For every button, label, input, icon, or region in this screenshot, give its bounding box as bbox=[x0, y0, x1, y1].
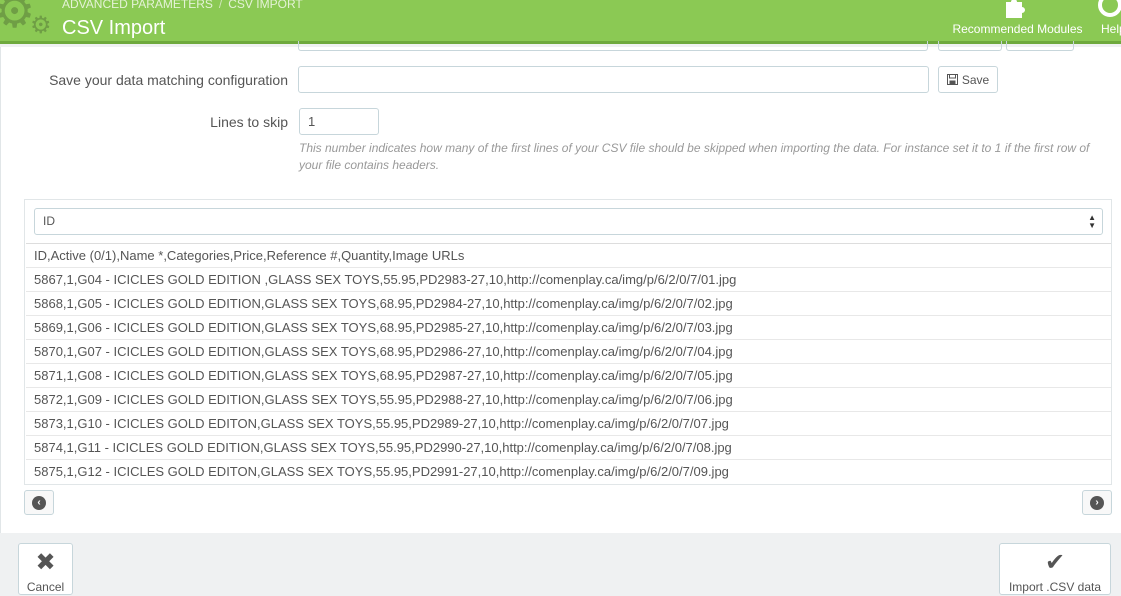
gear-icon-small: ⚙ bbox=[30, 12, 52, 39]
csv-preview-table: ID,Active (0/1),Name *,Categories,Price,… bbox=[26, 243, 1111, 484]
next-column-button[interactable]: › bbox=[1082, 490, 1112, 515]
field-type-selected-value: ID bbox=[43, 214, 55, 228]
lines-to-skip-hint: This number indicates how many of the fi… bbox=[299, 141, 1090, 172]
table-row: 5875,1,G12 - ICICLES GOLD EDITON,GLASS S… bbox=[34, 464, 729, 479]
import-panel: Save your data matching configuration Sa… bbox=[0, 41, 1121, 533]
check-icon: ✔ bbox=[1044, 549, 1066, 576]
table-row: 5869,1,G06 - ICICLES GOLD EDITION,GLASS … bbox=[26, 316, 1111, 340]
table-row: 5871,1,G08 - ICICLES GOLD EDITION,GLASS … bbox=[26, 364, 1111, 388]
cancel-button[interactable]: ✖ Cancel bbox=[18, 543, 73, 595]
select-caret-icon: ▲ ▼ bbox=[1088, 213, 1096, 230]
table-row: 5870,1,G07 - ICICLES GOLD EDITION,GLASS … bbox=[26, 340, 1111, 364]
import-csv-button[interactable]: ✔ Import .CSV data bbox=[999, 543, 1111, 595]
breadcrumb-item-csv-import: CSV IMPORT bbox=[228, 0, 303, 11]
matching-config-label: Save your data matching configuration bbox=[49, 72, 288, 88]
cancel-button-label: Cancel bbox=[26, 580, 65, 594]
table-row: 5872,1,G09 - ICICLES GOLD EDITION,GLASS … bbox=[26, 388, 1111, 412]
lines-to-skip-label: Lines to skip bbox=[210, 114, 288, 130]
previous-column-button[interactable]: ‹ bbox=[24, 490, 54, 515]
table-row: 5873,1,G10 - ICICLES GOLD EDITON,GLASS S… bbox=[26, 412, 1111, 436]
help-button[interactable]: Help bbox=[1096, 0, 1121, 41]
data-matching-box: ID ▲ ▼ ID,Active (0/1),Name *,Categories,… bbox=[24, 199, 1112, 485]
previous-field-button-1[interactable] bbox=[938, 41, 1002, 51]
breadcrumb: ADVANCED PARAMETERS / CSV IMPORT bbox=[62, 0, 303, 11]
help-label: Help bbox=[1101, 22, 1121, 36]
page-header: ⚙ ⚙ ADVANCED PARAMETERS/CSV IMPORT CSV I… bbox=[0, 0, 1121, 44]
previous-field-button-2[interactable] bbox=[1006, 41, 1074, 51]
chevron-left-icon: ‹ bbox=[32, 495, 46, 510]
breadcrumb-separator: / bbox=[218, 0, 223, 11]
lines-to-skip-input[interactable] bbox=[299, 108, 379, 135]
table-row: 5868,1,G05 - ICICLES GOLD EDITION,GLASS … bbox=[26, 292, 1111, 316]
recommended-modules-label: Recommended Modules bbox=[952, 22, 1083, 36]
chevron-right-icon: › bbox=[1090, 495, 1104, 510]
table-row: 5874,1,G11 - ICICLES GOLD EDITION,GLASS … bbox=[26, 436, 1111, 460]
puzzle-icon bbox=[1006, 0, 1025, 18]
matching-config-input[interactable] bbox=[298, 66, 929, 93]
csv-header-row: ID,Active (0/1),Name *,Categories,Price,… bbox=[26, 244, 1111, 268]
save-matching-button[interactable]: Save bbox=[938, 66, 998, 93]
previous-field-input[interactable] bbox=[298, 41, 928, 51]
field-type-select[interactable]: ID ▲ ▼ bbox=[34, 208, 1103, 235]
recommended-modules-button[interactable]: Recommended Modules bbox=[945, 0, 1090, 41]
save-button-label: Save bbox=[961, 72, 990, 87]
table-row: 5867,1,G04 - ICICLES GOLD EDITION ,GLASS… bbox=[26, 268, 1111, 292]
page-title: CSV Import bbox=[62, 17, 166, 39]
lifebuoy-icon bbox=[1098, 0, 1121, 17]
import-button-label: Import .CSV data bbox=[1008, 580, 1102, 594]
floppy-disk-icon bbox=[946, 74, 958, 85]
close-icon: ✖ bbox=[35, 549, 56, 576]
breadcrumb-item-advanced-parameters[interactable]: ADVANCED PARAMETERS bbox=[62, 0, 213, 11]
